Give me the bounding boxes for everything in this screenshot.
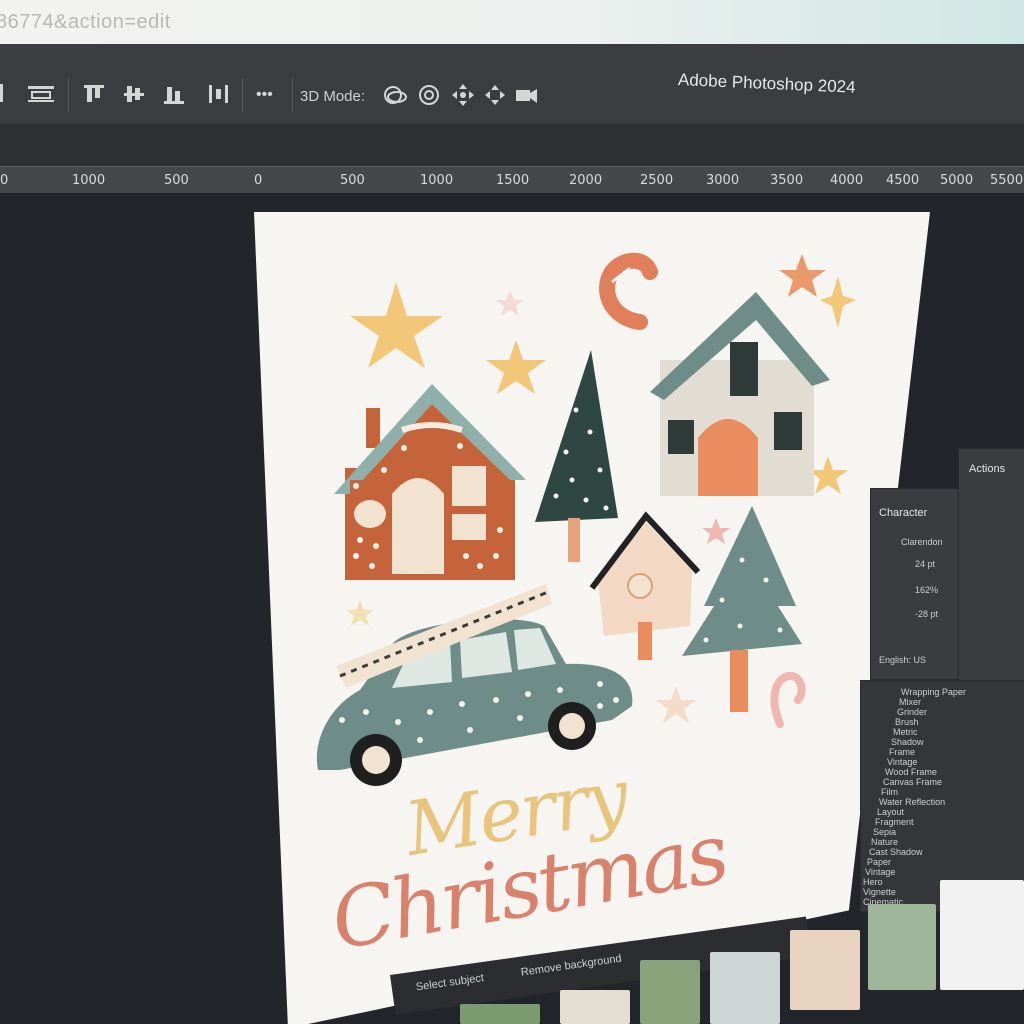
character-panel[interactable]: Character Clarendon 24 pt 162% -28 pt En… bbox=[870, 488, 962, 680]
char-language-select[interactable]: English: US bbox=[879, 655, 926, 669]
thumbnail-image[interactable] bbox=[710, 952, 780, 1024]
star-icon bbox=[779, 254, 826, 297]
star-icon bbox=[820, 276, 856, 328]
char-leading-field[interactable]: 162% bbox=[915, 585, 938, 599]
char-tracking-field[interactable]: -28 pt bbox=[915, 609, 938, 623]
thumbnail-image[interactable] bbox=[940, 880, 1024, 990]
select-subject-button[interactable]: Select subject bbox=[415, 972, 484, 993]
star-icon bbox=[346, 600, 374, 626]
layers-list[interactable]: Wrapping Paper Mixer Grinder Brush Metri… bbox=[860, 680, 1024, 912]
char-font-field[interactable]: Clarendon bbox=[901, 537, 943, 551]
char-size-field[interactable]: 24 pt bbox=[915, 559, 935, 573]
tab-actions[interactable]: Actions bbox=[969, 463, 1005, 475]
thumbnail-image[interactable] bbox=[460, 1004, 540, 1024]
star-icon bbox=[350, 282, 443, 368]
thumbnail-image[interactable] bbox=[640, 960, 700, 1024]
tree-icon bbox=[535, 350, 618, 522]
thumbnail-image[interactable] bbox=[868, 904, 936, 990]
star-icon bbox=[702, 518, 730, 544]
remove-background-button[interactable]: Remove background bbox=[520, 953, 622, 979]
thumbnail-image[interactable] bbox=[790, 930, 860, 1010]
thumbnail-image[interactable] bbox=[560, 990, 630, 1024]
star-icon bbox=[656, 686, 696, 723]
star-icon bbox=[496, 290, 524, 316]
tab-character[interactable]: Character bbox=[879, 507, 927, 519]
candy-cane-icon bbox=[770, 671, 806, 728]
star-icon bbox=[486, 340, 546, 394]
